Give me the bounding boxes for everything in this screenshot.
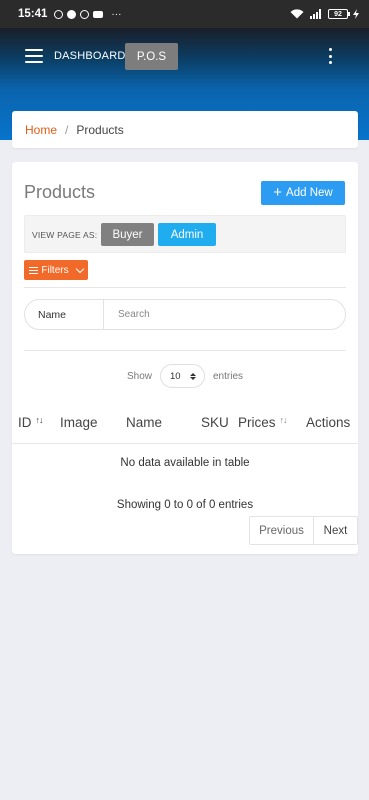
entries-label: entries bbox=[213, 370, 244, 382]
view-as-panel: VIEW PAGE AS: Buyer Admin bbox=[24, 215, 346, 253]
battery-level: 92 bbox=[334, 10, 342, 18]
table-info: Showing 0 to 0 of 0 entries bbox=[116, 499, 254, 511]
column-label: Prices bbox=[238, 415, 276, 430]
admin-view-button[interactable]: Admin bbox=[158, 223, 216, 246]
facebook-icon bbox=[67, 9, 77, 19]
table-header: ID ↑↓ Image Name SKU Prices ↑↓ Actions bbox=[12, 408, 358, 444]
page-title: Products bbox=[24, 182, 96, 202]
whatsapp-icon bbox=[80, 9, 90, 19]
column-header-image: Image bbox=[60, 415, 98, 430]
column-header-name: Name bbox=[126, 415, 162, 430]
breadcrumb: Home / Products bbox=[12, 111, 358, 148]
more-notifications-icon: ··· bbox=[111, 8, 122, 20]
filters-button[interactable]: Filters bbox=[24, 260, 88, 280]
alarm-icon bbox=[54, 9, 64, 19]
charging-icon bbox=[353, 9, 359, 19]
search-field-label: Name bbox=[25, 300, 104, 329]
column-header-sku: SKU bbox=[201, 415, 229, 430]
select-arrows-icon bbox=[190, 372, 196, 380]
divider bbox=[24, 287, 346, 288]
search-group: Name bbox=[24, 299, 346, 330]
column-header-actions: Actions bbox=[306, 415, 350, 430]
wifi-icon bbox=[290, 9, 304, 19]
sort-icon: ↑↓ bbox=[279, 414, 288, 425]
notification-icons: ··· bbox=[54, 9, 121, 20]
pos-button[interactable]: P.O.S bbox=[125, 43, 178, 70]
status-time: 15:41 bbox=[18, 8, 48, 20]
column-header-prices[interactable]: Prices ↑↓ bbox=[238, 414, 288, 431]
page-length-value: 10 bbox=[170, 370, 181, 382]
search-input[interactable] bbox=[104, 309, 345, 320]
breadcrumb-current: Products bbox=[76, 122, 124, 137]
add-new-button[interactable]: + Add New bbox=[261, 181, 345, 205]
divider bbox=[24, 350, 346, 351]
breadcrumb-separator: / bbox=[65, 122, 69, 137]
sort-icon: ↑↓ bbox=[35, 414, 44, 425]
youtube-icon bbox=[93, 10, 104, 18]
signal-icon bbox=[310, 9, 321, 19]
buyer-view-button[interactable]: Buyer bbox=[101, 223, 154, 246]
column-label: ID bbox=[18, 415, 32, 430]
chevron-down-icon bbox=[75, 264, 84, 273]
filters-label: Filters bbox=[41, 264, 69, 276]
battery-icon: 92 bbox=[328, 9, 350, 19]
dashboard-link[interactable]: DASHBOARD bbox=[54, 50, 125, 62]
previous-page-button[interactable]: Previous bbox=[250, 517, 314, 544]
column-header-id[interactable]: ID ↑↓ bbox=[18, 414, 44, 431]
plus-icon: + bbox=[273, 183, 283, 201]
column-label: Actions bbox=[306, 415, 351, 430]
pagination: Previous Next bbox=[249, 516, 358, 545]
products-card: Products + Add New VIEW PAGE AS: Buyer A… bbox=[12, 162, 358, 554]
breadcrumb-home-link[interactable]: Home bbox=[25, 123, 57, 137]
menu-icon[interactable] bbox=[25, 49, 43, 63]
view-as-label: VIEW PAGE AS: bbox=[32, 230, 98, 240]
show-label: Show bbox=[126, 370, 152, 382]
add-new-label: Add New bbox=[286, 187, 333, 199]
column-label: Name bbox=[126, 415, 163, 430]
more-options-icon[interactable] bbox=[326, 48, 334, 64]
next-page-button[interactable]: Next bbox=[314, 517, 357, 544]
page-length-control: Show 10 entries bbox=[12, 364, 358, 388]
empty-table-message: No data available in table bbox=[120, 457, 250, 469]
column-label: SKU bbox=[201, 415, 229, 430]
column-label: Image bbox=[60, 415, 98, 430]
list-icon bbox=[29, 266, 39, 274]
status-bar: 15:41 ··· 92 bbox=[0, 0, 369, 28]
page-length-select[interactable]: 10 bbox=[160, 364, 205, 388]
